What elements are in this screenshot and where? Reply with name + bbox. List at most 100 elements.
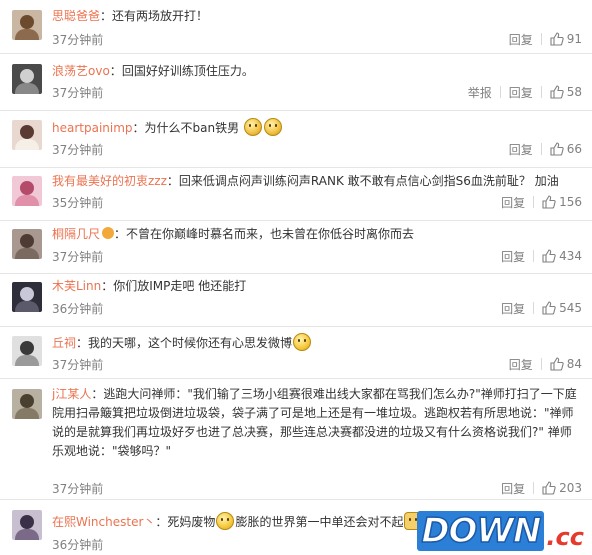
comment-author[interactable]: 思聪爸爸 — [52, 9, 100, 23]
thumbs-up-icon — [550, 142, 564, 156]
thumbs-up-icon — [542, 301, 556, 315]
reply-button[interactable]: 回复 — [501, 141, 541, 158]
like-count: 434 — [559, 249, 582, 263]
comment-text: 为什么不ban铁男 — [144, 121, 240, 135]
sad-face-icon — [263, 118, 282, 136]
separator: ： — [155, 515, 168, 529]
like-button[interactable]: 545 — [534, 301, 582, 315]
separator: ： — [166, 174, 179, 188]
like-button[interactable]: 156 — [534, 195, 582, 209]
comment-item: 浪荡艺ovo：回国好好训练顶住压力。 37分钟前 举报 回复 58 — [0, 54, 592, 111]
like-button[interactable]: 66 — [542, 142, 582, 156]
comment-item: 思聪爸爸：还有两场放开打！ 37分钟前 回复 91 — [0, 0, 592, 54]
comment-time: 37分钟前 — [52, 86, 104, 100]
reply-button[interactable]: 回复 — [501, 84, 541, 101]
like-count: 203 — [559, 481, 582, 495]
thumbs-up-icon — [542, 195, 556, 209]
reply-button[interactable]: 回复 — [501, 356, 541, 373]
like-count: 66 — [566, 142, 582, 156]
comment-author[interactable]: 桐隔几尺 — [52, 227, 100, 241]
comment-text: 逃跑大问禅师："我们输了三场小组赛很难出线大家都在骂我们怎么办?"禅师打扫了一下… — [52, 387, 577, 458]
separator: ： — [100, 9, 113, 23]
avatar[interactable] — [12, 10, 42, 40]
like-count: 156 — [559, 195, 582, 209]
comment-text: 不曾在你巅峰时慕名而来，也未曾在你低谷时离你而去 — [126, 227, 415, 241]
comment-author[interactable]: 在熙Winchester丶 — [52, 515, 155, 529]
comment-time: 37分钟前 — [52, 250, 104, 264]
like-count: 91 — [566, 32, 582, 46]
comment-item: 丘祠：我的天哪，这个时候你还有心思发微博 37分钟前 回复 84 — [0, 327, 592, 379]
comment-time: 35分钟前 — [52, 196, 104, 210]
comment-text: 回来低调点闷声训练闷声RANK 敢不敢有点信心剑指S6血洗前耻？ 加油 — [178, 174, 559, 188]
comment-author[interactable]: j江某人 — [52, 387, 91, 401]
separator: ： — [114, 227, 127, 241]
comment-text: 我的天哪，这个时候你还有心思发微博 — [88, 336, 293, 350]
like-button[interactable]: 84 — [542, 357, 582, 371]
comment-text: 你们放IMP走吧 他还能打 — [113, 279, 247, 293]
separator: ： — [76, 336, 89, 350]
thumbs-up-icon — [550, 32, 564, 46]
comment-text: 死妈废物 — [167, 515, 216, 529]
avatar[interactable] — [12, 282, 42, 312]
comment-time: 37分钟前 — [52, 358, 104, 372]
avatar[interactable] — [12, 229, 42, 259]
smile-face-icon — [293, 333, 312, 351]
comment-item: heartpainimp：为什么不ban铁男 37分钟前 回复 66 — [0, 111, 592, 168]
comment-item: 我有最美好的初衷zzz：回来低调点闷声训练闷声RANK 敢不敢有点信心剑指S6血… — [0, 168, 592, 221]
like-button[interactable]: 203 — [534, 481, 582, 495]
like-button[interactable]: 58 — [542, 85, 582, 99]
comment-actions: 回复 434 — [493, 248, 582, 264]
comment-item: 桐隔几尺 ：不曾在你巅峰时慕名而来，也未曾在你低谷时离你而去 37分钟前 回复 4… — [0, 221, 592, 274]
comment-text: 回国好好训练顶住压力。 — [121, 64, 254, 78]
separator: ： — [132, 121, 145, 135]
like-count: 58 — [566, 85, 582, 99]
comment-item: j江某人：逃跑大问禅师："我们输了三场小组赛很难出线大家都在骂我们怎么办?"禅师… — [0, 379, 592, 500]
like-button[interactable]: 434 — [534, 249, 582, 263]
thumbs-up-icon — [542, 249, 556, 263]
vip-badge-icon — [102, 227, 115, 239]
like-count: 84 — [566, 357, 582, 371]
comment-author[interactable]: 我有最美好的初衷zzz — [52, 174, 167, 188]
comment-item: 木芙Linn：你们放IMP走吧 他还能打 36分钟前 回复 545 — [0, 274, 592, 327]
reply-button[interactable]: 回复 — [493, 248, 533, 265]
separator: ： — [101, 279, 114, 293]
smile-face-icon — [216, 512, 235, 530]
comment-actions: 回复 545 — [493, 300, 582, 316]
comment-time: 36分钟前 — [52, 302, 104, 316]
separator: ： — [91, 387, 104, 401]
comment-time: 37分钟前 — [52, 482, 104, 496]
avatar[interactable] — [12, 120, 42, 150]
comment-time: 37分钟前 — [52, 143, 104, 157]
comment-actions: 回复 84 — [501, 356, 582, 372]
like-button[interactable]: 91 — [542, 32, 582, 46]
thumbs-up-icon — [542, 481, 556, 495]
comment-author[interactable]: 丘祠 — [52, 336, 76, 350]
separator: ： — [109, 64, 122, 78]
avatar[interactable] — [12, 389, 42, 419]
thumbs-up-icon — [550, 85, 564, 99]
comment-author[interactable]: 浪荡艺ovo — [52, 64, 110, 78]
report-button[interactable]: 举报 — [460, 84, 500, 101]
comment-actions: 回复 156 — [493, 194, 582, 210]
avatar[interactable] — [12, 176, 42, 206]
like-count: 545 — [559, 301, 582, 315]
avatar[interactable] — [12, 64, 42, 94]
reply-button[interactable]: 回复 — [501, 31, 541, 48]
sad-face-icon — [243, 118, 262, 136]
watermark-main: DOWN — [417, 510, 545, 552]
reply-button[interactable]: 回复 — [493, 300, 533, 317]
comment-actions: 回复 203 — [493, 480, 582, 496]
comment-actions: 回复 66 — [501, 141, 582, 157]
comment-actions: 回复 91 — [501, 31, 582, 47]
thumbs-up-icon — [550, 357, 564, 371]
comment-text: 还有两场放开打！ — [112, 9, 209, 23]
comment-time: 37分钟前 — [52, 33, 104, 47]
avatar[interactable] — [12, 336, 42, 366]
watermark-logo: DOWN .cc — [417, 510, 584, 552]
avatar[interactable] — [12, 510, 42, 540]
comment-author[interactable]: heartpainimp — [52, 121, 133, 135]
comment-author[interactable]: 木芙Linn — [52, 279, 101, 293]
reply-button[interactable]: 回复 — [493, 480, 533, 497]
comment-actions: 举报 回复 58 — [460, 84, 582, 100]
reply-button[interactable]: 回复 — [493, 194, 533, 211]
